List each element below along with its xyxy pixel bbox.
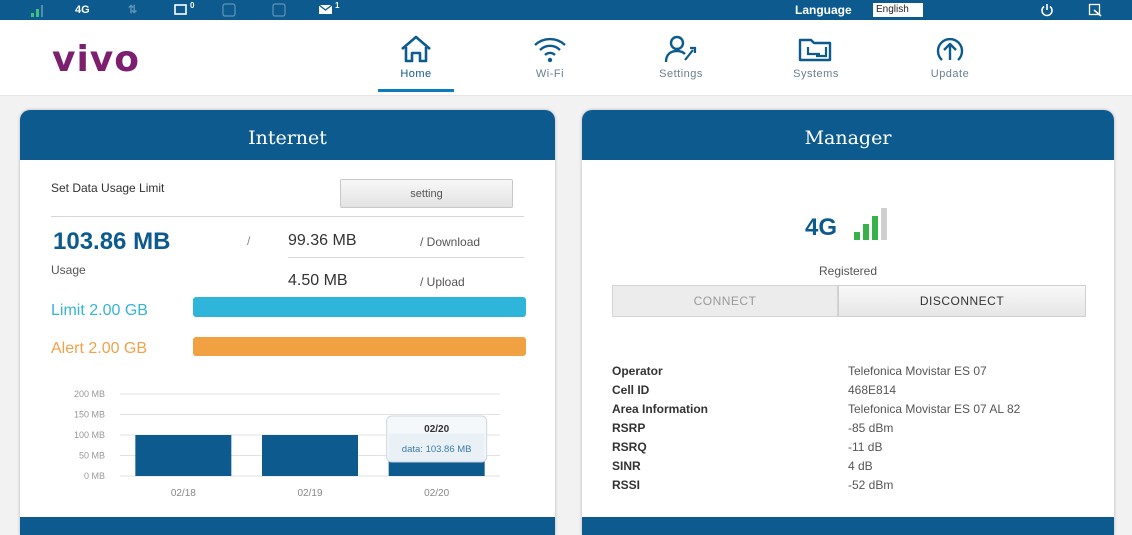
data-transfer-icon: ⇅ bbox=[128, 4, 138, 16]
info-key: SINR bbox=[612, 459, 641, 473]
internet-panel: Internet Set Data Usage Limit setting 10… bbox=[20, 110, 555, 535]
nav-update-label: Update bbox=[930, 68, 970, 80]
nav-active-indicator bbox=[378, 89, 454, 92]
signal-bar bbox=[872, 216, 878, 240]
power-icon[interactable] bbox=[1040, 0, 1054, 20]
nav-home[interactable]: Home bbox=[371, 34, 461, 80]
info-value: -85 dBm bbox=[848, 421, 894, 435]
settings-icon bbox=[664, 35, 697, 63]
chart-bar bbox=[262, 435, 358, 476]
nav-wifi[interactable]: Wi-Fi bbox=[505, 34, 595, 80]
info-key: RSSI bbox=[612, 478, 641, 492]
signal-bar bbox=[854, 232, 860, 240]
home-icon bbox=[401, 35, 431, 63]
info-row-sinr: SINR 4 dB bbox=[612, 459, 1082, 478]
info-key: Cell ID bbox=[612, 383, 650, 397]
info-value: 4 dB bbox=[848, 459, 873, 473]
nav-settings[interactable]: Settings bbox=[636, 34, 726, 80]
info-value: Telefonica Movistar ES 07 AL 82 bbox=[848, 402, 1021, 416]
sim-icon bbox=[222, 0, 236, 20]
chart-x-tick-label: 02/19 bbox=[297, 488, 322, 499]
info-key: RSRQ bbox=[612, 440, 647, 454]
network-type-label: 4G bbox=[805, 214, 838, 241]
info-key: RSRP bbox=[612, 421, 646, 435]
divider bbox=[288, 257, 524, 258]
chart-tooltip-box bbox=[386, 415, 488, 463]
info-value: Telefonica Movistar ES 07 bbox=[848, 364, 987, 378]
upload-value: 4.50 MB bbox=[288, 272, 348, 289]
panel-footer bbox=[20, 517, 555, 535]
vivo-logo: vivo bbox=[52, 39, 141, 80]
chart-tooltip-title: 02/20 bbox=[424, 424, 449, 435]
setting-button[interactable]: setting bbox=[340, 179, 513, 208]
logout-icon[interactable] bbox=[1088, 0, 1102, 20]
alert-label: Alert 2.00 GB bbox=[51, 340, 148, 357]
signal-strength-icon bbox=[30, 0, 44, 20]
usage-total-value: 103.86 MB bbox=[53, 228, 171, 255]
chart-y-tick-label: 0 MB bbox=[84, 471, 105, 481]
language-select[interactable]: English bbox=[873, 3, 923, 17]
info-value: -52 dBm bbox=[848, 478, 894, 492]
disconnect-button[interactable]: DISCONNECT bbox=[838, 285, 1086, 317]
info-row-rssi: RSSI -52 dBm bbox=[612, 478, 1082, 497]
info-row-rsrq: RSRQ -11 dB bbox=[612, 440, 1082, 459]
sms-count: 0 bbox=[190, 1, 195, 10]
download-value: 99.36 MB bbox=[288, 232, 357, 249]
limit-label: Limit 2.00 GB bbox=[51, 302, 148, 319]
update-icon bbox=[936, 37, 964, 61]
chart-x-tick-label: 02/20 bbox=[424, 488, 449, 499]
set-data-usage-limit-label: Set Data Usage Limit bbox=[51, 181, 165, 195]
chart-y-tick-label: 200 MB bbox=[74, 389, 105, 399]
nav-wifi-label: Wi-Fi bbox=[535, 68, 565, 80]
chart-bar bbox=[135, 435, 232, 476]
info-value: -11 dB bbox=[848, 440, 883, 454]
wifi-icon bbox=[534, 37, 566, 63]
upload-label: / Upload bbox=[420, 275, 465, 289]
header: vivo Home Wi-Fi Settings Systems Update bbox=[0, 20, 1132, 96]
connect-button[interactable]: CONNECT bbox=[612, 285, 838, 317]
limit-bar bbox=[193, 297, 526, 317]
download-label: / Download bbox=[420, 235, 481, 249]
info-key: Operator bbox=[612, 364, 663, 378]
signal-bar bbox=[863, 224, 869, 240]
alert-bar bbox=[193, 337, 526, 356]
manager-panel-title: Manager bbox=[582, 110, 1114, 160]
manager-panel: Manager 4G Registered CONNECT DISCONNECT… bbox=[582, 110, 1114, 535]
nav-settings-label: Settings bbox=[659, 68, 703, 80]
nav-home-label: Home bbox=[400, 68, 432, 80]
nav-update[interactable]: Update bbox=[905, 34, 995, 80]
wifi-client-icon bbox=[272, 0, 286, 20]
chart-x-tick-label: 02/18 bbox=[171, 488, 196, 499]
info-row-area: Area Information Telefonica Movistar ES … bbox=[612, 402, 1082, 421]
nav-systems-label: Systems bbox=[793, 68, 839, 80]
divider bbox=[51, 216, 524, 217]
mail-count: 1 bbox=[335, 1, 340, 10]
info-row-cell-id: Cell ID 468E814 bbox=[612, 383, 1082, 402]
network-type-indicator: 4G bbox=[75, 4, 90, 16]
status-bar: 4G ⇅ 0 1 Language English bbox=[0, 0, 1132, 20]
info-value: 468E814 bbox=[848, 383, 897, 397]
mail-icon[interactable] bbox=[318, 0, 334, 20]
panel-footer bbox=[582, 517, 1114, 535]
chart-tooltip-text: data: 103.86 MB bbox=[402, 444, 472, 455]
systems-icon bbox=[798, 38, 832, 62]
signal-strength-icon bbox=[854, 208, 887, 240]
usage-chart: 0 MB 50 MB 100 MB 150 MB 200 MB 02/18 02/19 02/… bbox=[74, 389, 500, 499]
sms-icon[interactable] bbox=[174, 0, 188, 20]
language-label: Language bbox=[795, 3, 852, 17]
info-key: Area Information bbox=[612, 402, 709, 416]
chart-y-tick-label: 100 MB bbox=[74, 430, 105, 440]
usage-separator: / bbox=[247, 234, 251, 248]
info-row-rsrp: RSRP -85 dBm bbox=[612, 421, 1082, 440]
usage-label: Usage bbox=[51, 263, 86, 277]
info-row-operator: Operator Telefonica Movistar ES 07 bbox=[612, 364, 1082, 383]
registration-status: Registered bbox=[818, 264, 878, 278]
nav-systems[interactable]: Systems bbox=[771, 34, 861, 80]
internet-panel-title: Internet bbox=[20, 110, 555, 160]
chart-y-tick-label: 50 MB bbox=[79, 451, 105, 461]
chart-y-tick-label: 150 MB bbox=[74, 410, 105, 420]
signal-bar bbox=[881, 208, 887, 240]
